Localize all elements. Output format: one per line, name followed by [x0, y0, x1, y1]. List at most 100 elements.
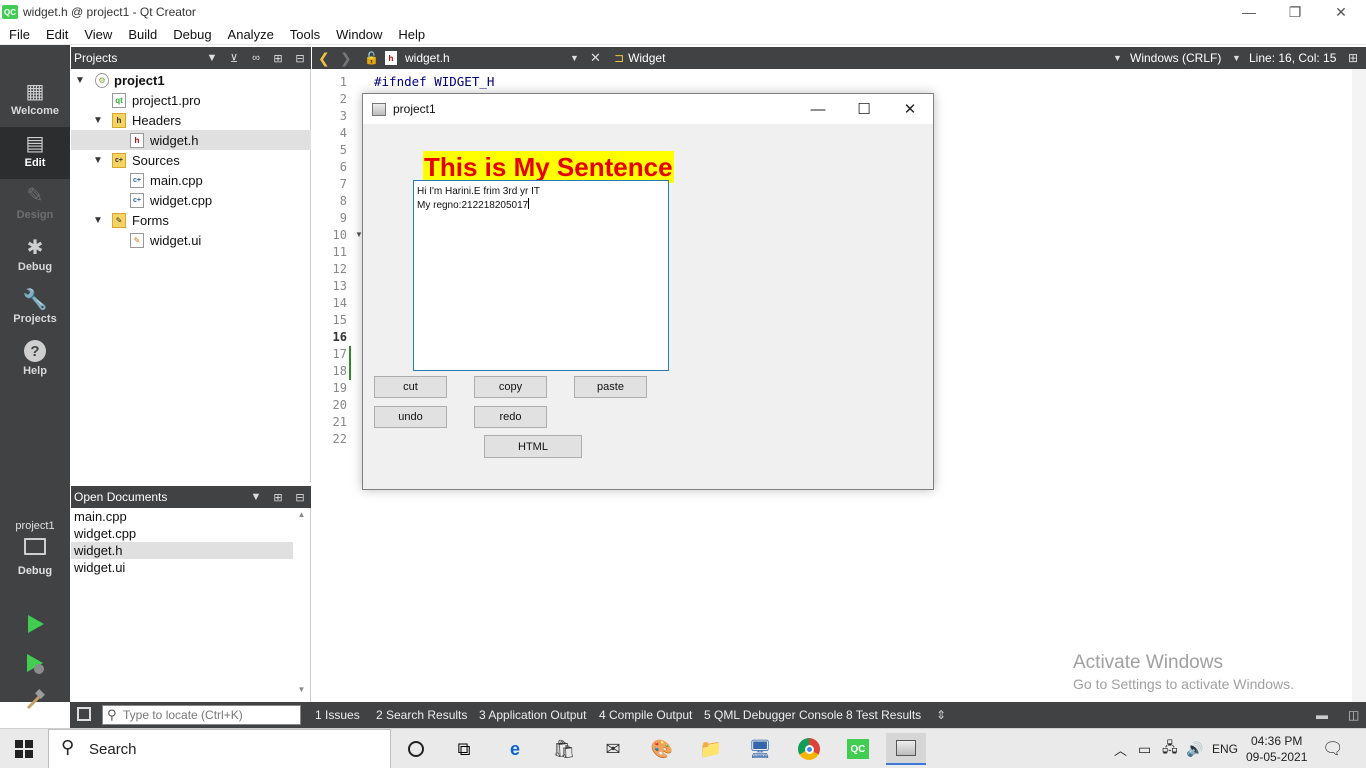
taskbar-search[interactable]: ⚲ Search: [48, 729, 391, 768]
qt-app-taskbar-icon[interactable]: [886, 733, 926, 765]
app-maximize-button[interactable]: ☐: [841, 94, 887, 124]
paste-button[interactable]: paste: [574, 376, 647, 398]
build-button[interactable]: [22, 687, 48, 713]
close-button[interactable]: ✕: [1318, 0, 1364, 24]
cursor-position[interactable]: Line: 16, Col: 15: [1249, 47, 1336, 69]
tree-item-widget-h[interactable]: h widget.h: [71, 130, 311, 150]
edge-icon[interactable]: e: [495, 733, 535, 765]
show-hidden-icons[interactable]: ︿: [1114, 729, 1127, 768]
cut-button[interactable]: cut: [374, 376, 447, 398]
mode-design[interactable]: ✎ Design: [0, 179, 70, 231]
back-arrow-icon[interactable]: ❮: [318, 47, 330, 69]
mode-help[interactable]: ? Help: [0, 335, 70, 387]
tree-item-sources[interactable]: ▼ c+ Sources: [71, 150, 311, 170]
html-button[interactable]: HTML: [484, 435, 582, 458]
menu-analyze[interactable]: Analyze: [220, 27, 282, 42]
restore-button[interactable]: ❐: [1272, 0, 1318, 24]
undo-button[interactable]: undo: [374, 406, 447, 428]
split-icon[interactable]: ⊞: [267, 52, 289, 65]
store-icon[interactable]: 🛍: [544, 733, 584, 765]
open-doc-widget-cpp[interactable]: widget.cpp: [71, 525, 293, 542]
tree-item-widget-cpp[interactable]: c+ widget.cpp: [71, 190, 311, 210]
remote-desktop-icon[interactable]: 🖥: [740, 733, 780, 765]
file-selector[interactable]: h widget.h: [385, 47, 450, 69]
mode-edit[interactable]: ▤ Edit: [0, 127, 70, 179]
projects-pane-title[interactable]: Projects: [74, 51, 201, 65]
kit-selector[interactable]: project1 Debug: [0, 520, 70, 577]
tree-item-main-cpp[interactable]: c+ main.cpp: [71, 170, 311, 190]
start-debugging-button[interactable]: [22, 651, 48, 677]
symbol-selector[interactable]: ⊐ Widget: [614, 47, 665, 69]
minimize-output-icon[interactable]: ▬: [1316, 702, 1328, 728]
tab-search-results[interactable]: 2 Search Results: [376, 702, 467, 728]
menu-build[interactable]: Build: [120, 27, 165, 42]
close-document-icon[interactable]: ✕: [590, 47, 601, 69]
redo-button[interactable]: redo: [474, 406, 547, 428]
menu-help[interactable]: Help: [390, 27, 433, 42]
volume-icon[interactable]: 🔊: [1186, 729, 1203, 768]
chevron-down-icon[interactable]: ▼: [92, 215, 104, 226]
task-view-icon[interactable]: ⧉: [444, 733, 484, 765]
mode-projects[interactable]: 🔧 Projects: [0, 283, 70, 335]
tab-issues[interactable]: 1 Issues: [315, 702, 360, 728]
tree-item-project1-pro[interactable]: qt project1.pro: [71, 90, 311, 110]
open-doc-widget-h[interactable]: widget.h: [71, 542, 293, 559]
close-pane-icon[interactable]: ⊟: [289, 491, 311, 504]
tree-item-headers[interactable]: ▼ h Headers: [71, 110, 311, 130]
app-close-button[interactable]: ✕: [887, 94, 933, 124]
cortana-icon[interactable]: [396, 733, 436, 765]
dropdown-arrow-icon[interactable]: ▼: [1232, 47, 1241, 69]
mail-icon[interactable]: ✉: [593, 733, 633, 765]
text-edit[interactable]: Hi I'm Harini.E frim 3rd yr IT My regno:…: [413, 180, 669, 371]
scrollbar[interactable]: ▲ ▼: [295, 510, 308, 698]
paint-icon[interactable]: 🎨: [642, 733, 682, 765]
link-icon[interactable]: ∞: [245, 52, 267, 64]
tab-test-results[interactable]: 8 Test Results: [846, 702, 921, 728]
editor-scrollbar[interactable]: [1352, 69, 1366, 702]
qt-creator-taskbar-icon[interactable]: QC: [838, 733, 878, 765]
minimize-button[interactable]: —: [1226, 0, 1272, 24]
clock[interactable]: 04:36 PM 09-05-2021: [1246, 729, 1307, 768]
menu-tools[interactable]: Tools: [282, 27, 328, 42]
network-icon[interactable]: 🖧: [1162, 729, 1178, 768]
open-doc-widget-ui[interactable]: widget.ui: [71, 559, 293, 576]
menu-view[interactable]: View: [76, 27, 120, 42]
menu-file[interactable]: File: [0, 27, 38, 42]
chevron-down-icon[interactable]: ▼: [92, 115, 104, 126]
more-tabs-icon[interactable]: ⇕: [936, 702, 946, 728]
mode-welcome[interactable]: ▦ Welcome: [0, 75, 70, 127]
tab-application-output[interactable]: 3 Application Output: [479, 702, 586, 728]
tab-compile-output[interactable]: 4 Compile Output: [599, 702, 692, 728]
dropdown-arrow-icon[interactable]: ▼: [201, 52, 223, 64]
run-button[interactable]: [22, 611, 48, 637]
chrome-icon[interactable]: [789, 733, 829, 765]
file-explorer-icon[interactable]: 📁: [691, 733, 731, 765]
tree-item-widget-ui[interactable]: ✎ widget.ui: [71, 230, 311, 250]
open-documents-title[interactable]: Open Documents: [74, 490, 245, 504]
menu-window[interactable]: Window: [328, 27, 390, 42]
tab-qml-debugger-console[interactable]: 5 QML Debugger Console: [704, 702, 843, 728]
open-doc-main-cpp[interactable]: main.cpp: [71, 508, 293, 525]
menu-edit[interactable]: Edit: [38, 27, 76, 42]
menu-debug[interactable]: Debug: [165, 27, 219, 42]
copy-button[interactable]: copy: [474, 376, 547, 398]
start-button[interactable]: [0, 729, 48, 768]
mode-debug[interactable]: ✱ Debug: [0, 231, 70, 283]
toggle-right-sidebar-icon[interactable]: ◫: [1348, 702, 1359, 728]
split-icon[interactable]: ⊞: [1348, 47, 1358, 69]
close-pane-icon[interactable]: ⊟: [289, 52, 311, 65]
tree-item-forms[interactable]: ▼ ✎ Forms: [71, 210, 311, 230]
dropdown-arrow-icon[interactable]: ▼: [1113, 47, 1122, 69]
battery-icon[interactable]: ▭: [1138, 729, 1151, 768]
dropdown-arrow-icon[interactable]: ▼: [245, 491, 267, 503]
locator-input[interactable]: ⚲ Type to locate (Ctrl+K): [102, 705, 301, 725]
tree-item-project1[interactable]: ▼ ⚙ project1: [71, 70, 311, 90]
chevron-down-icon[interactable]: ▼: [74, 75, 86, 86]
dropdown-arrow-icon[interactable]: ▼: [570, 47, 579, 69]
app-minimize-button[interactable]: —: [795, 94, 841, 124]
language-indicator[interactable]: ENG: [1212, 729, 1238, 768]
chevron-down-icon[interactable]: ▼: [92, 155, 104, 166]
split-icon[interactable]: ⊞: [267, 491, 289, 504]
notifications-icon[interactable]: 🗨: [1322, 729, 1344, 768]
toggle-sidebar-icon[interactable]: [77, 707, 91, 721]
